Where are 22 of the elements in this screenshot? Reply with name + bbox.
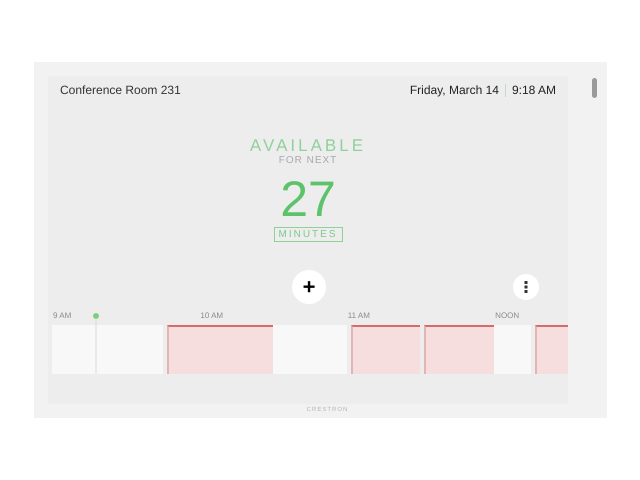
hour-label: 9 AM [53, 311, 72, 321]
time-text: 9:18 AM [512, 82, 556, 99]
date-text: Friday, March 14 [410, 82, 499, 99]
more-button[interactable] [513, 274, 539, 300]
hour-label: NOON [495, 311, 520, 321]
hour-label: 11 AM [348, 311, 371, 321]
indicator-icon [592, 78, 597, 98]
booked-block[interactable] [534, 325, 568, 374]
booked-block[interactable] [457, 325, 494, 374]
caption-text: FOR NEXT [278, 155, 338, 167]
unit-label: MINUTES [274, 227, 342, 242]
minutes-count: 27 [280, 173, 336, 225]
booked-block[interactable] [350, 325, 384, 374]
add-button[interactable]: + [292, 270, 326, 304]
booked-block[interactable] [384, 325, 420, 374]
room-name: Conference Room 231 [60, 82, 181, 99]
hour-label: 10 AM [200, 311, 224, 321]
more-icon [524, 281, 528, 293]
status-text: AVAILABLE [250, 137, 366, 155]
booked-block[interactable] [424, 325, 458, 374]
booked-block[interactable] [166, 325, 200, 374]
booked-block[interactable] [236, 325, 274, 374]
